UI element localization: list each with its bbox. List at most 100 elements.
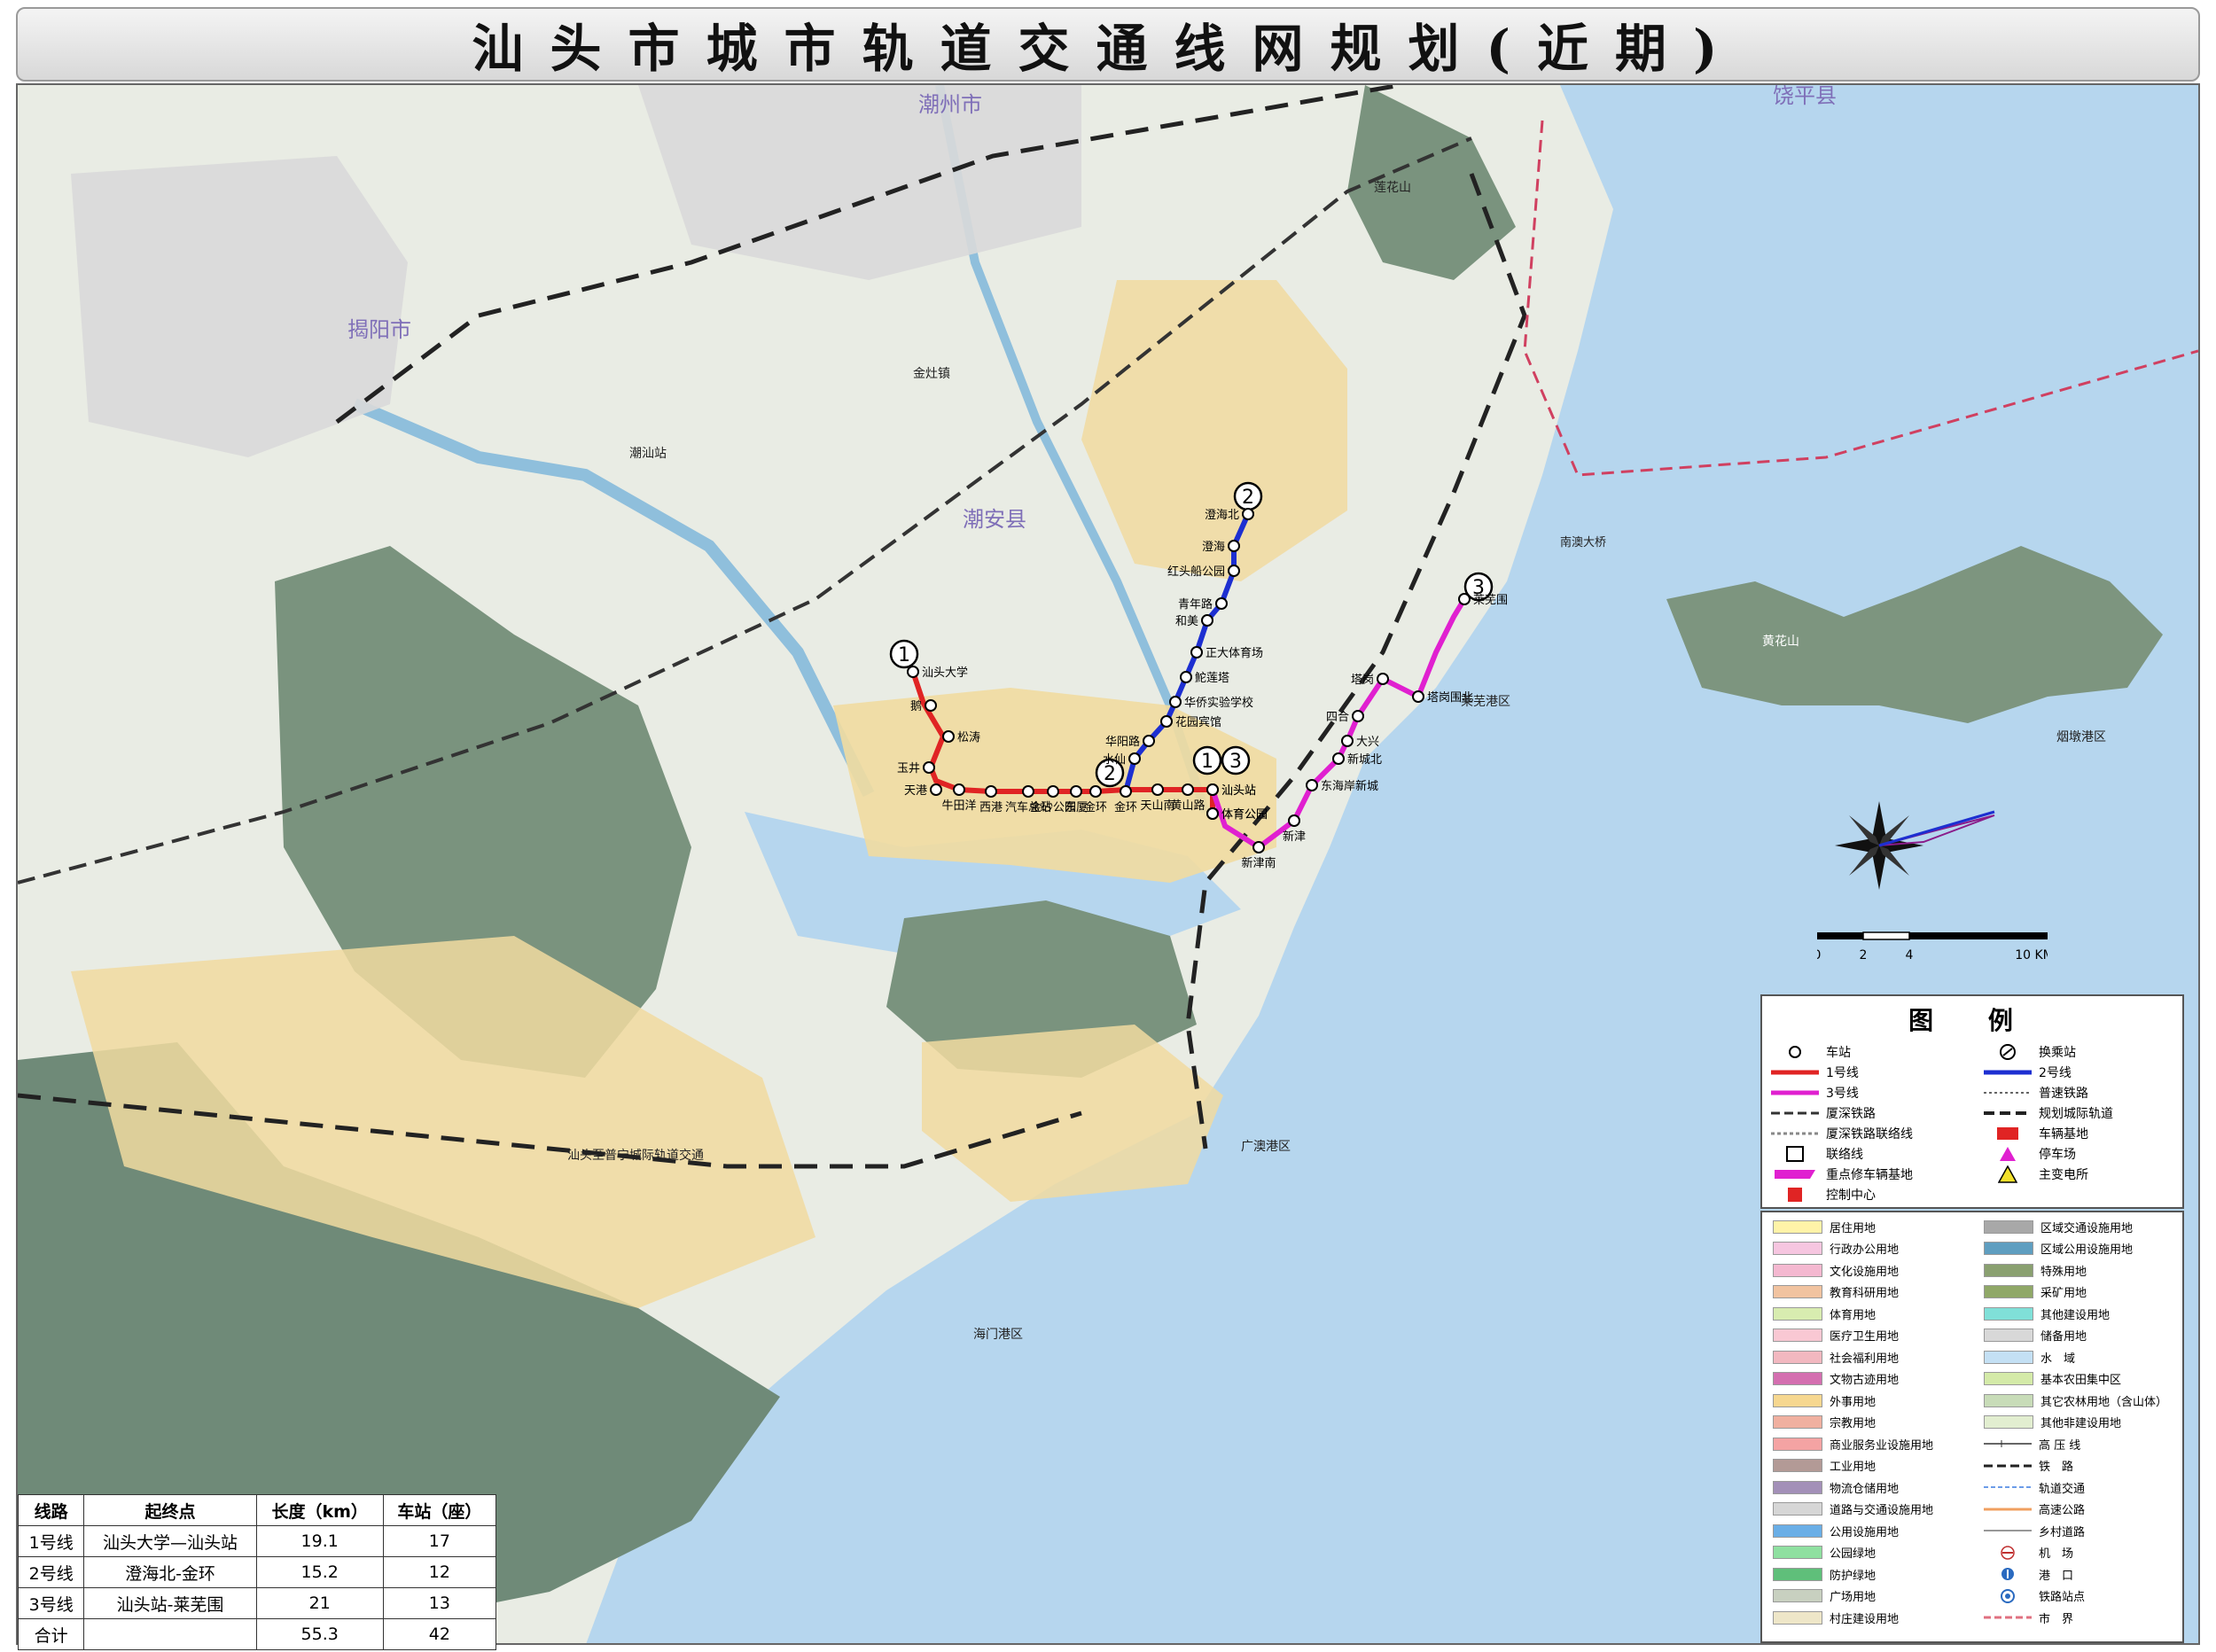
line1-station-dot[interactable] [1151,783,1164,796]
legend-item-link: 联络线 [1771,1144,1863,1164]
landuse-swatch-icon [1984,1525,2032,1536]
label-jinzao: 金灶镇 [913,367,950,381]
line1-station-dot[interactable] [1089,785,1102,798]
landuse-label: 教育科研用地 [1830,1287,1900,1300]
line3-symbol-icon [1771,1084,1819,1102]
line3-station-dot[interactable] [1458,593,1471,605]
landuse-legend-item: 公用设施用地 [1773,1522,1899,1539]
label-chaoan: 潮安县 [963,507,1026,532]
line1-station-dot[interactable] [942,730,955,743]
line2-station-dot[interactable] [1120,785,1132,798]
landuse-legend-item: 文物古迹用地 [1773,1370,1899,1388]
line2-station-dot[interactable] [1143,735,1155,747]
scale-tick-2: 2 [1860,948,1868,962]
landuse-label: 其它农林用地（含山体） [2040,1395,2168,1409]
line2-station-dot[interactable] [1228,565,1240,577]
line3-station-dot[interactable] [1206,807,1219,820]
landuse-swatch-icon [1984,1372,2033,1385]
line1-station-dot[interactable] [907,666,919,678]
line3-station-dot[interactable] [1341,735,1354,747]
line2-station-dot[interactable] [1169,696,1182,708]
line1-station-label: 黄山路 [1170,799,1205,813]
landuse-label: 宗教用地 [1830,1417,1877,1430]
parking-symbol-icon [1984,1145,2032,1163]
line3-station-dot[interactable] [1306,779,1318,791]
table-cell [83,1618,257,1650]
table-body: 1号线 汕头大学—汕头站 19.1 17 2号线 澄海北-金环 15.2 12 3号线 汕头站-莱… [17,1525,497,1650]
link-symbol-icon [1771,1145,1819,1163]
landuse-swatch-icon [1984,1415,2033,1429]
line2-station-dot[interactable] [1215,597,1228,610]
xiashen_link-symbol-icon [1771,1125,1819,1142]
line1-station-dot[interactable] [925,699,937,712]
line2-station-label: 正大体育场 [1206,646,1263,660]
landuse-legend-item: 居住用地 [1773,1218,1876,1235]
line2-station-dot[interactable] [1201,614,1213,627]
line3-station-dot[interactable] [1377,673,1389,685]
line1-station-dot[interactable] [930,783,942,796]
landuse-swatch-icon [1984,1504,2032,1515]
line3-station-dot[interactable] [1206,783,1219,796]
landuse-label: 文物古迹用地 [1830,1374,1900,1387]
line1-station-dot[interactable] [1022,785,1034,798]
line3-station-dot[interactable] [1288,814,1300,827]
landuse-label: 物流仓储用地 [1830,1482,1900,1496]
line1-station-dot[interactable] [1070,785,1082,798]
landuse-legend-item: 广场用地 [1773,1587,1876,1605]
line1-station-label: 西港 [979,801,1003,814]
legend-label: 车站 [1826,1046,1851,1060]
legend-label: 车辆基地 [2039,1127,2088,1142]
table-cell: 3号线 [17,1587,85,1619]
line2-station-dot[interactable] [1228,540,1240,552]
line2-station-dot[interactable] [1160,715,1173,728]
table-cell: 13 [382,1587,497,1619]
scale-tick-4: 4 [1906,948,1914,962]
landuse-swatch-icon [1773,1523,1822,1538]
landuse-swatch-icon [1773,1610,1822,1625]
line3-station-dot[interactable] [1332,752,1345,765]
line2-station-dot[interactable] [1180,671,1192,683]
line2-station-dot[interactable] [1242,508,1254,520]
label-jieyang: 揭阳市 [347,317,411,342]
table-header: 起终点 [83,1494,257,1526]
line1-station-label: 汕头大学 [922,666,968,680]
line3-station-dot[interactable] [1412,690,1424,703]
l2-start-label: 2 [1242,487,1254,509]
table-cell: 12 [382,1556,497,1588]
landuse-label: 基本农田集中区 [2040,1374,2122,1387]
label-raoping: 饶平县 [1773,85,1837,108]
table-row: 1号线 汕头大学—汕头站 19.1 17 [17,1525,497,1557]
table-cell: 19.1 [255,1525,384,1557]
landuse-swatch-icon [1984,1350,2033,1364]
table-cell: 17 [382,1525,497,1557]
line2-station-label: 华阳路 [1105,735,1140,749]
line2-station-dot[interactable] [1190,646,1203,658]
landuse-legend-item: 高速公路 [1984,1500,2085,1518]
label-haimen: 海门港区 [973,1328,1023,1342]
label-yandun: 烟墩港区 [2056,730,2106,744]
table-row: 合计 55.3 42 [17,1618,497,1650]
landuse-label: 轨道交通 [2039,1482,2086,1496]
landuse-swatch-icon [1984,1242,2033,1255]
line3-station-dot[interactable] [1352,710,1364,722]
map-title: 汕头市城市轨道交通线网规划(近期) [472,19,1744,79]
line3-station-dot[interactable] [1252,841,1265,853]
legend-item-control: 控制中心 [1771,1185,1876,1204]
line1-station-dot[interactable] [953,783,965,796]
line1-station-dot[interactable] [923,761,935,774]
line2-station-dot[interactable] [1128,752,1141,765]
landuse-swatch-icon [1984,1545,2032,1560]
legend-label: 规划城际轨道 [2039,1107,2113,1121]
line2-station-label: 华侨实验学校 [1184,696,1253,710]
line1-station-dot[interactable] [1182,783,1194,796]
table-cell: 1号线 [17,1525,85,1557]
table-cell: 汕头大学—汕头站 [83,1525,257,1557]
legend-item-xiashen: 厦深铁路 [1771,1103,1876,1123]
landuse-legend-item: 其它农林用地（含山体） [1984,1391,2167,1409]
line1-station-dot[interactable] [1047,785,1059,798]
legend-panel: 图 例 车站 1号线 3号线 厦深铁路 厦深铁路联络线 联络线 重点修车辆基地 控制中心 换乘… [1760,994,2184,1209]
landuse-label: 铁 路 [2039,1461,2074,1474]
landuse-legend-item: 社会福利用地 [1773,1348,1899,1366]
landuse-label: 广场用地 [1830,1591,1877,1604]
line1-station-dot[interactable] [985,785,997,798]
